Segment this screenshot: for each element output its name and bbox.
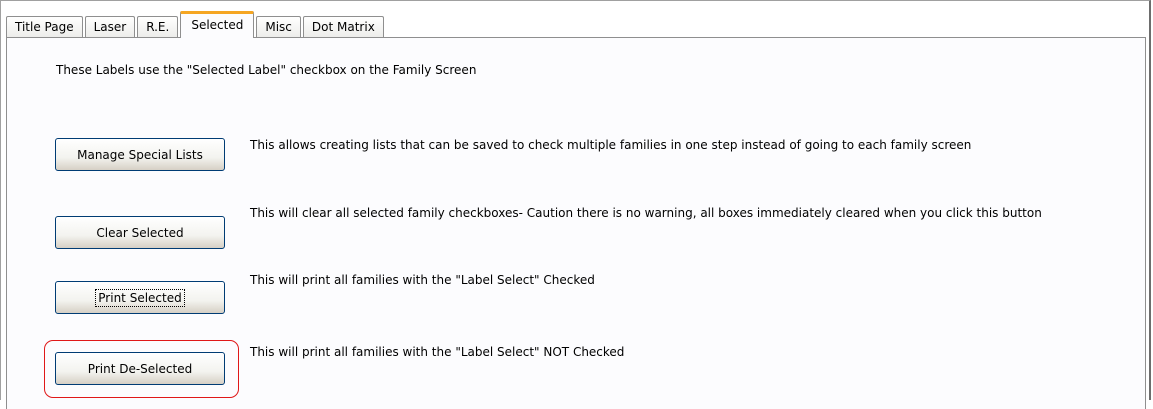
print-de-selected-label: Print De-Selected	[87, 361, 193, 376]
intro-text: These Labels use the "Selected Label" ch…	[56, 63, 477, 77]
manage-special-lists-label: Manage Special Lists	[77, 147, 203, 162]
tab-misc[interactable]: Misc	[256, 16, 301, 38]
print-de-selected-description: This will print all families with the "L…	[250, 345, 625, 359]
clear-selected-button[interactable]: Clear Selected	[55, 216, 225, 249]
tab-selected[interactable]: Selected	[180, 11, 255, 38]
tab-laser[interactable]: Laser	[84, 16, 136, 38]
tab-dot-matrix[interactable]: Dot Matrix	[302, 16, 384, 38]
print-selected-button[interactable]: Print Selected	[55, 281, 225, 314]
print-de-selected-button[interactable]: Print De-Selected	[55, 352, 225, 385]
manage-special-lists-button[interactable]: Manage Special Lists	[55, 138, 225, 171]
tab-re[interactable]: R.E.	[137, 16, 179, 38]
tab-title-page[interactable]: Title Page	[6, 16, 83, 38]
manage-special-lists-description: This allows creating lists that can be s…	[250, 138, 972, 152]
clear-selected-description: This will clear all selected family chec…	[250, 206, 1042, 220]
print-selected-label: Print Selected	[95, 288, 185, 307]
tab-strip: Title Page Laser R.E. Selected Misc Dot …	[6, 11, 386, 38]
print-selected-description: This will print all families with the "L…	[250, 273, 595, 287]
clear-selected-label: Clear Selected	[96, 225, 184, 240]
